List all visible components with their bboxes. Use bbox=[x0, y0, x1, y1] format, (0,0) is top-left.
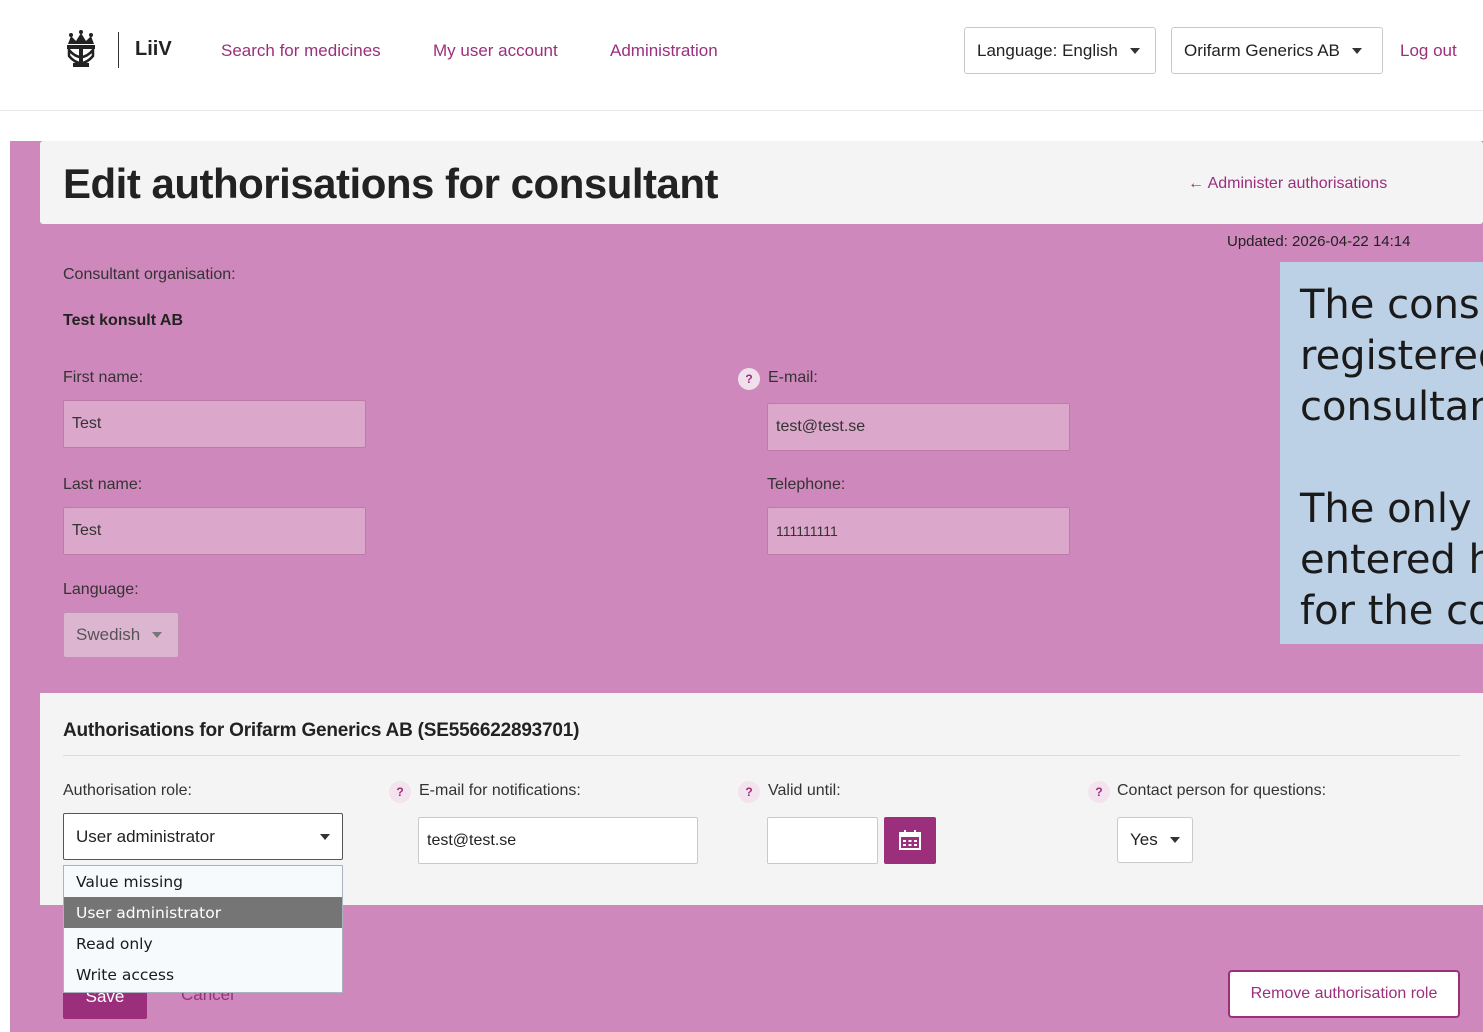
updated-timestamp: Updated: 2026-04-22 14:14 bbox=[1227, 233, 1411, 250]
calendar-button[interactable] bbox=[884, 817, 936, 864]
email-value: test@test.se bbox=[776, 418, 866, 435]
consultant-org-label: Consultant organisation: bbox=[63, 266, 236, 283]
contact-person-help-icon[interactable]: ? bbox=[1088, 781, 1110, 803]
role-option-read-only[interactable]: Read only bbox=[64, 928, 342, 959]
authorisation-role-options: Value missing User administrator Read on… bbox=[63, 865, 343, 993]
organisation-dropdown-label: Orifarm Generics AB bbox=[1184, 40, 1340, 60]
last-name-label: Last name: bbox=[63, 476, 143, 493]
nav-my-user-account[interactable]: My user account bbox=[433, 41, 558, 61]
role-option-user-administrator[interactable]: User administrator bbox=[64, 897, 342, 928]
telephone-label: Telephone: bbox=[767, 476, 846, 493]
contact-person-dropdown[interactable]: Yes bbox=[1117, 817, 1193, 863]
first-name-value: Test bbox=[72, 415, 102, 432]
info-tooltip: The consu registered consultan The only … bbox=[1280, 262, 1483, 644]
authorisations-divider bbox=[63, 755, 1460, 756]
calendar-icon bbox=[899, 830, 921, 850]
language-dropdown-label: Language: English bbox=[977, 40, 1118, 60]
first-name-label: First name: bbox=[63, 369, 144, 386]
caret-down-icon bbox=[152, 632, 163, 638]
telephone-field[interactable]: 111111111 bbox=[767, 507, 1070, 555]
caret-down-icon bbox=[320, 833, 330, 840]
logout-link[interactable]: Log out bbox=[1400, 41, 1457, 61]
role-option-write-access[interactable]: Write access bbox=[64, 959, 342, 990]
authorisation-role-label: Authorisation role: bbox=[63, 782, 192, 799]
valid-until-label: Valid until: bbox=[768, 782, 841, 799]
top-navigation-bar: LiiV Search for medicines My user accoun… bbox=[0, 0, 1483, 111]
notification-email-input[interactable]: test@test.se bbox=[418, 817, 698, 864]
notification-email-value: test@test.se bbox=[427, 831, 517, 849]
caret-down-icon bbox=[1129, 47, 1140, 54]
email-label: E-mail: bbox=[768, 369, 818, 386]
info-tooltip-text: The consu registered consultan The only … bbox=[1300, 282, 1483, 634]
contact-person-label: Contact person for questions: bbox=[1117, 782, 1327, 799]
last-name-value: Test bbox=[72, 522, 102, 539]
authorisation-role-value: User administrator bbox=[76, 826, 215, 846]
page-title: Edit authorisations for consultant bbox=[63, 160, 719, 207]
consultant-org-value: Test konsult AB bbox=[63, 312, 184, 329]
first-name-field[interactable]: Test bbox=[63, 400, 366, 448]
email-field[interactable]: test@test.se bbox=[767, 403, 1070, 451]
organisation-dropdown[interactable]: Orifarm Generics AB bbox=[1171, 27, 1383, 74]
back-administer-authorisations-link[interactable]: ← Administer authorisations bbox=[1188, 175, 1387, 193]
logo-separator bbox=[118, 32, 119, 68]
nav-search-medicines[interactable]: Search for medicines bbox=[221, 41, 381, 61]
notification-email-label: E-mail for notifications: bbox=[419, 782, 581, 799]
contact-person-value: Yes bbox=[1130, 830, 1158, 849]
authorisation-role-select[interactable]: User administrator bbox=[63, 813, 343, 860]
authorisations-title: Authorisations for Orifarm Generics AB (… bbox=[63, 720, 580, 741]
consultant-language-value: Swedish bbox=[76, 625, 141, 644]
nav-administration[interactable]: Administration bbox=[610, 41, 718, 61]
caret-down-icon bbox=[1169, 837, 1180, 843]
consultant-language-dropdown[interactable]: Swedish bbox=[63, 612, 179, 658]
caret-down-icon bbox=[1351, 47, 1362, 54]
valid-until-input[interactable] bbox=[767, 817, 878, 864]
language-label: Language: bbox=[63, 581, 139, 598]
email-help-icon[interactable]: ? bbox=[738, 368, 760, 390]
notification-email-help-icon[interactable]: ? bbox=[389, 781, 411, 803]
brand-name[interactable]: LiiV bbox=[135, 38, 172, 61]
last-name-field[interactable]: Test bbox=[63, 507, 366, 555]
role-option-value-missing[interactable]: Value missing bbox=[64, 866, 342, 897]
crown-logo-icon[interactable] bbox=[62, 30, 100, 70]
valid-until-help-icon[interactable]: ? bbox=[738, 781, 760, 803]
remove-authorisation-role-button[interactable]: Remove authorisation role bbox=[1228, 970, 1460, 1018]
language-dropdown[interactable]: Language: English bbox=[964, 27, 1156, 74]
telephone-value: 111111111 bbox=[776, 523, 838, 539]
